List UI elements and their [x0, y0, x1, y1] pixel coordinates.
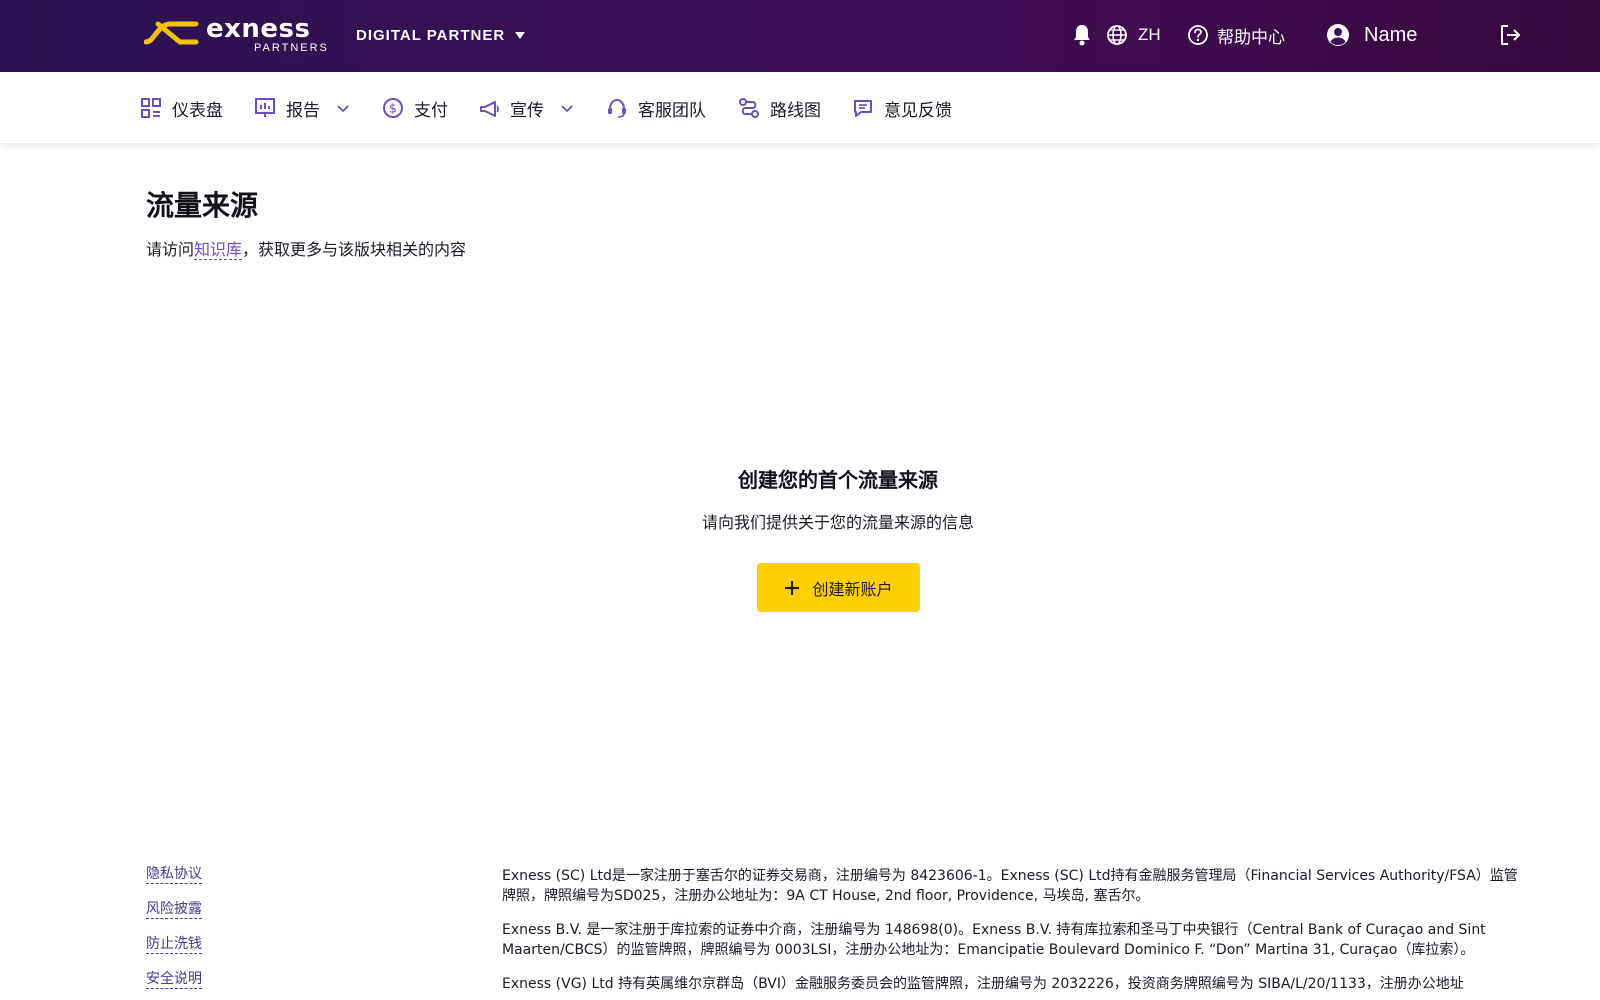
footer-paragraph: Exness B.V. 是一家注册于库拉索的证券中介商，注册编号为 148698… [502, 922, 1486, 958]
footer-link-aml[interactable]: 防止洗钱 [146, 936, 202, 954]
notifications-button[interactable] [1072, 20, 1092, 50]
brand-sub: PARTNERS [254, 42, 329, 54]
nav-item-payments[interactable]: $ 支付 [382, 72, 448, 144]
dollar-icon: $ [383, 98, 403, 118]
footer-link-privacy[interactable]: 隐私协议 [146, 866, 202, 884]
partner-type-select[interactable]: DIGITAL PARTNER [356, 24, 526, 46]
nav-item-label: 路线图 [770, 100, 821, 121]
nav-item-dashboard[interactable]: 仪表盘 [140, 72, 223, 144]
nav-item-label: 客服团队 [638, 100, 706, 121]
top-bar: exness PARTNERS DIGITAL PARTNER ZH 帮助中心 [0, 0, 1600, 72]
footer-link-security[interactable]: 安全说明 [146, 971, 202, 989]
logout-button[interactable] [1498, 20, 1522, 50]
exness-logo-icon [144, 21, 199, 45]
user-name: Name [1364, 23, 1418, 46]
language-label: ZH [1138, 25, 1161, 44]
support-icon [608, 98, 626, 118]
user-icon [1327, 24, 1349, 46]
nav-item-label: 仪表盘 [172, 100, 223, 121]
logout-icon [1501, 25, 1520, 45]
plus-icon [785, 580, 800, 595]
svg-text:$: $ [389, 102, 397, 116]
help-icon [1188, 25, 1208, 45]
feedback-icon [854, 100, 872, 117]
megaphone-icon [480, 101, 499, 117]
nav-item-label: 报告 [286, 100, 320, 121]
subtitle-suffix: ，获取更多与该版块相关的内容 [242, 240, 467, 259]
chevron-down-icon [337, 105, 349, 113]
nav-item-label: 支付 [414, 100, 448, 121]
dashboard-icon [141, 98, 161, 118]
report-icon [255, 98, 275, 117]
nav-item-feedback[interactable]: 意见反馈 [852, 72, 952, 144]
main-nav: 仪表盘 报告 $ 支付 宣传 客服团队 路线图 意见反馈 [0, 72, 1600, 144]
page-title: 流量来源 [146, 189, 259, 222]
empty-state-title: 创建您的首个流量来源 [738, 468, 938, 492]
subtitle-prefix: 请访问 [146, 240, 195, 259]
nav-item-label: 意见反馈 [884, 100, 952, 121]
footer-link-risk[interactable]: 风险披露 [146, 901, 202, 919]
footer-paragraph: Exness (SC) Ltd是一家注册于塞舌尔的证券交易商，注册编号为 842… [502, 868, 1518, 904]
nav-item-label: 宣传 [510, 100, 544, 121]
caret-down-icon [515, 31, 526, 39]
user-menu[interactable]: Name [1326, 20, 1417, 50]
exness-partners-logo[interactable]: exness PARTNERS [144, 14, 329, 58]
nav-item-support-team[interactable]: 客服团队 [606, 72, 706, 144]
language-select[interactable]: ZH [1106, 20, 1161, 50]
nav-item-roadmap[interactable]: 路线图 [738, 72, 821, 144]
partner-type-label: DIGITAL PARTNER [356, 26, 506, 44]
knowledge-base-link[interactable]: 知识库 [194, 240, 243, 260]
bell-icon [1074, 25, 1090, 46]
help-center-label: 帮助中心 [1217, 27, 1285, 48]
nav-item-reports[interactable]: 报告 [254, 72, 350, 144]
roadmap-icon [739, 98, 759, 118]
footer-links: 隐私协议 风险披露 防止洗钱 安全说明 [146, 866, 202, 1000]
footer-paragraph: Exness (VG) Ltd 持有英属维尔京群岛（BVI）金融服务委员会的监管… [502, 976, 1464, 992]
page-subtitle: 请访问知识库，获取更多与该版块相关的内容 [146, 236, 466, 260]
create-new-account-button[interactable]: 创建新账户 [757, 563, 920, 612]
footer-legal-text: Exness (SC) Ltd是一家注册于塞舌尔的证券交易商，注册编号为 842… [502, 866, 1522, 1000]
brand-name: exness [206, 14, 311, 44]
globe-icon [1107, 25, 1127, 45]
help-center-link[interactable]: 帮助中心 [1187, 20, 1285, 50]
empty-state-description: 请向我们提供关于您的流量来源的信息 [701, 513, 974, 532]
create-button-label: 创建新账户 [812, 581, 893, 599]
nav-item-promo[interactable]: 宣传 [478, 72, 574, 144]
chevron-down-icon [561, 105, 573, 113]
